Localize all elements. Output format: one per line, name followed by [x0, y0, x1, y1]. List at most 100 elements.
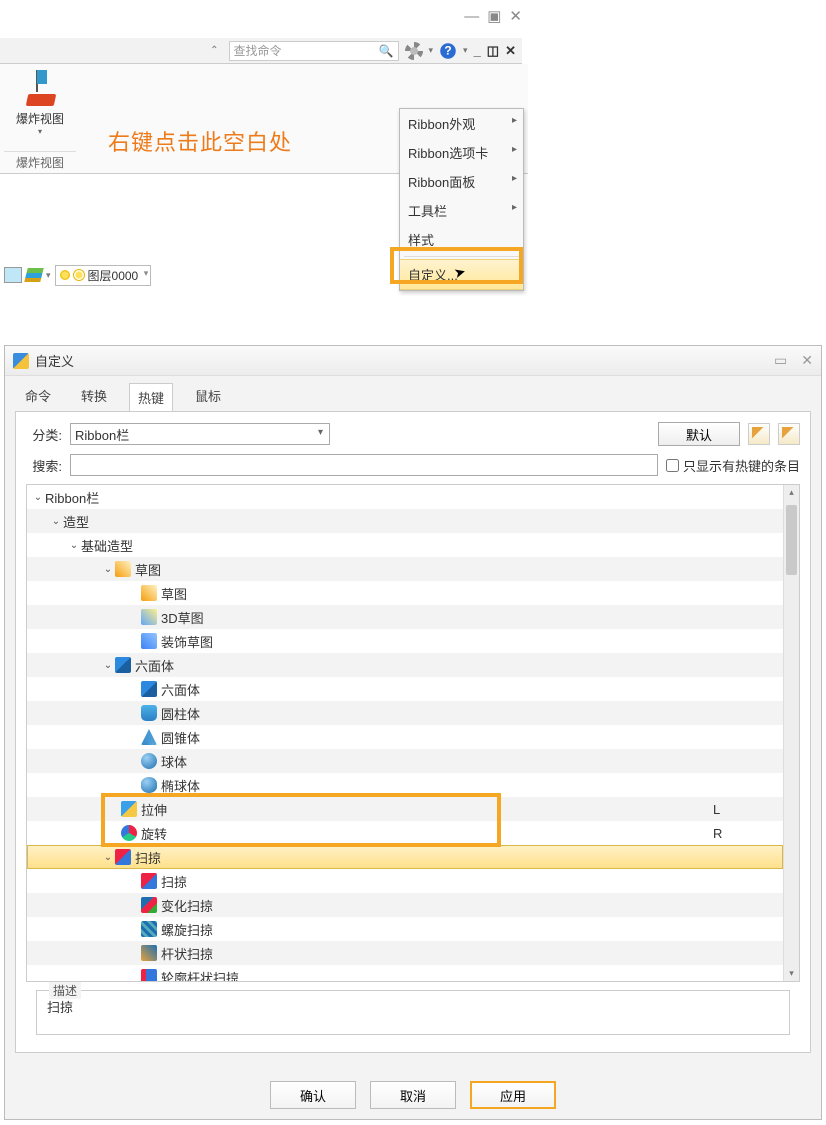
tree-row-sketch[interactable]: 草图	[27, 581, 783, 605]
tree-row-cylinder[interactable]: 圆柱体	[27, 701, 783, 725]
tree-row-sketch-grp[interactable]: ⌄草图	[27, 557, 783, 581]
dialog-body: 分类: Ribbon栏 默认 搜索: 只显示有热键的条目 ⌄Ribbon栏 ⌄造…	[15, 411, 811, 1053]
tree-row-helixsweep[interactable]: 螺旋扫掠	[27, 917, 783, 941]
tab-hotkey[interactable]: 热键	[129, 383, 173, 412]
scroll-up-icon[interactable]: ▴	[784, 487, 799, 498]
sun-icon	[74, 270, 84, 280]
category-label: 分类:	[26, 425, 62, 444]
collapse-caret-icon[interactable]: ⌃	[210, 45, 218, 56]
tree-list[interactable]: ⌄Ribbon栏 ⌄造型 ⌄基础造型 ⌄草图 草图 3D草图 装饰草图 ⌄六面体…	[27, 485, 783, 981]
gear-icon[interactable]	[405, 42, 423, 60]
ctx-item-ribbon-panels[interactable]: Ribbon面板	[400, 167, 523, 196]
tree-label: 装饰草图	[161, 632, 213, 651]
tree-row-ribbon[interactable]: ⌄Ribbon栏	[27, 485, 783, 509]
tree-row-decsketch[interactable]: 装饰草图	[27, 629, 783, 653]
tree-row-varsweep[interactable]: 变化扫掠	[27, 893, 783, 917]
search-placeholder: 查找命令	[234, 42, 282, 59]
revolve-icon	[121, 825, 137, 841]
tree-row-model[interactable]: ⌄造型	[27, 509, 783, 533]
tree-label: 变化扫掠	[161, 896, 213, 915]
profilesweep-icon	[141, 969, 157, 982]
cube-icon	[115, 657, 131, 673]
only-hotkey-checkbox-row[interactable]: 只显示有热键的条目	[666, 456, 800, 475]
category-select[interactable]: Ribbon栏	[70, 423, 330, 445]
top-app-window: — ▣ ✕ ⌃ 查找命令 🔍 ▾ ▾ _ ◫ ✕ 爆炸视图 ▾ 爆炸视图 右键点…	[0, 0, 528, 290]
only-hotkey-checkbox[interactable]	[666, 459, 679, 472]
customize-dialog: 自定义 ▭ ✕ 命令 转换 热键 鼠标 分类: Ribbon栏 默认 搜索: 只…	[4, 345, 822, 1120]
tree-row-cone[interactable]: 圆锥体	[27, 725, 783, 749]
help-dropdown-icon[interactable]: ▾	[463, 45, 468, 56]
keyboard-icon-button-1[interactable]	[748, 423, 770, 445]
color-swatch[interactable]	[4, 267, 22, 283]
window-minimize-icon[interactable]: _	[474, 43, 481, 58]
window-maximize-icon[interactable]: ◫	[487, 43, 499, 59]
tree-row-basic[interactable]: ⌄基础造型	[27, 533, 783, 557]
top-title-controls: — ▣ ✕	[464, 7, 522, 25]
ctx-item-style[interactable]: 样式	[400, 225, 523, 254]
layer-name: 图层0000	[88, 267, 139, 284]
apply-button[interactable]: 应用	[470, 1081, 556, 1109]
sweep-icon	[141, 873, 157, 889]
tab-convert[interactable]: 转换	[73, 382, 115, 411]
tree-label: 扫掠	[161, 872, 187, 891]
cancel-button[interactable]: 取消	[370, 1081, 456, 1109]
tree-label: 杆状扫掠	[161, 944, 213, 963]
search-input[interactable]	[70, 454, 658, 476]
category-row: 分类: Ribbon栏 默认	[26, 422, 800, 446]
tree-row-3dsketch[interactable]: 3D草图	[27, 605, 783, 629]
tree-label: 旋转	[141, 824, 167, 843]
restore-icon[interactable]: ▣	[487, 7, 501, 25]
help-icon[interactable]	[439, 42, 457, 60]
cone-icon	[141, 729, 157, 745]
dialog-titlebar: 自定义 ▭ ✕	[5, 346, 821, 376]
layers-icon[interactable]	[24, 268, 43, 282]
ctx-item-ribbon-tabs[interactable]: Ribbon选项卡	[400, 138, 523, 167]
hotkey-tree: ⌄Ribbon栏 ⌄造型 ⌄基础造型 ⌄草图 草图 3D草图 装饰草图 ⌄六面体…	[26, 484, 800, 982]
quick-toolbar: ⌃ 查找命令 🔍 ▾ ▾ _ ◫ ✕	[0, 38, 522, 64]
explode-view-icon	[21, 70, 59, 108]
close-icon[interactable]: ✕	[509, 7, 522, 25]
scroll-thumb[interactable]	[786, 505, 797, 575]
layers-dropdown-icon[interactable]: ▾	[46, 270, 51, 281]
tree-scrollbar[interactable]: ▴ ▾	[783, 485, 799, 981]
tree-row-hexa[interactable]: 六面体	[27, 677, 783, 701]
minimize-icon[interactable]: —	[464, 8, 479, 25]
tree-row-rodsweep[interactable]: 杆状扫掠	[27, 941, 783, 965]
tree-row-extrude[interactable]: 拉伸L	[27, 797, 783, 821]
tree-row-hexa-grp[interactable]: ⌄六面体	[27, 653, 783, 677]
default-button[interactable]: 默认	[658, 422, 740, 446]
ctx-item-toolbar[interactable]: 工具栏	[400, 196, 523, 225]
search-icon[interactable]: 🔍	[379, 44, 394, 58]
helixsweep-icon	[141, 921, 157, 937]
tree-row-ellipsoid[interactable]: 椭球体	[27, 773, 783, 797]
search-label: 搜索:	[26, 456, 62, 475]
window-close-icon[interactable]: ✕	[505, 43, 516, 59]
ctx-separator	[404, 256, 519, 257]
cube-icon	[141, 681, 157, 697]
tab-command[interactable]: 命令	[17, 382, 59, 411]
tree-row-revolve[interactable]: 旋转R	[27, 821, 783, 845]
ok-button[interactable]: 确认	[270, 1081, 356, 1109]
command-search-input[interactable]: 查找命令 🔍	[229, 41, 399, 61]
sketch3d-icon	[141, 609, 157, 625]
tree-row-sweep-grp[interactable]: ⌄扫掠	[27, 845, 783, 869]
description-box: 描述 扫掠	[36, 990, 790, 1035]
tree-row-sweep[interactable]: 扫掠	[27, 869, 783, 893]
layer-selector[interactable]: 图层0000	[55, 265, 152, 286]
chevron-down-icon[interactable]: ▾	[4, 127, 76, 136]
tree-row-profilesweep[interactable]: 轮廓杆状扫掠	[27, 965, 783, 982]
ribbon-tool-explode-view[interactable]: 爆炸视图 ▾	[4, 64, 76, 136]
extrude-icon	[121, 801, 137, 817]
gear-dropdown-icon[interactable]: ▾	[429, 45, 434, 56]
keyboard-icon-button-2[interactable]	[778, 423, 800, 445]
dialog-help-icon[interactable]: ▭	[774, 352, 787, 369]
ribbon-context-menu: Ribbon外观 Ribbon选项卡 Ribbon面板 工具栏 样式 自定义..…	[399, 108, 524, 291]
ctx-item-ribbon-appearance[interactable]: Ribbon外观	[400, 109, 523, 138]
tab-mouse[interactable]: 鼠标	[187, 382, 229, 411]
ctx-item-customize[interactable]: 自定义...	[400, 259, 523, 290]
dialog-close-icon[interactable]: ✕	[801, 352, 813, 369]
tree-label: 椭球体	[161, 776, 200, 795]
scroll-down-icon[interactable]: ▾	[784, 968, 799, 979]
tree-row-sphere[interactable]: 球体	[27, 749, 783, 773]
tree-label: 草图	[135, 560, 161, 579]
